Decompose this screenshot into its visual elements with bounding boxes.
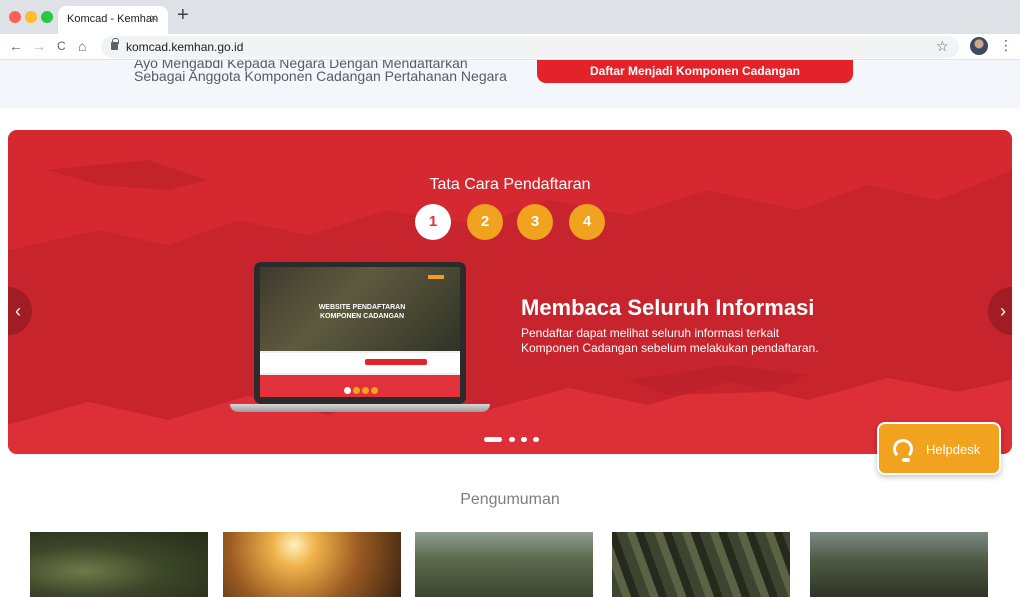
bookmark-star-icon[interactable]: ☆ bbox=[936, 38, 949, 55]
carousel-title: Tata Cara Pendaftaran bbox=[429, 176, 591, 193]
browser-menu-icon[interactable]: ⋮ bbox=[999, 37, 1013, 54]
announcement-thumbnail-3[interactable] bbox=[415, 532, 593, 597]
register-button[interactable]: Daftar Menjadi Komponen Cadangan bbox=[537, 60, 853, 83]
headset-icon bbox=[893, 439, 913, 462]
registration-steps-carousel: Tata Cara Pendaftaran 1 2 3 4 WEBSITE PE… bbox=[8, 130, 1012, 454]
screen-cta-band bbox=[260, 353, 460, 373]
announcements-title: Pengumuman bbox=[460, 491, 560, 508]
helpdesk-label: Helpdesk bbox=[926, 442, 981, 457]
forward-icon[interactable]: → bbox=[32, 38, 46, 54]
profile-avatar[interactable] bbox=[970, 37, 988, 55]
browser-tab[interactable]: Komcad - Kemhan × bbox=[58, 6, 168, 34]
screen-hero-text: WEBSITE PENDAFTARAN KOMPONEN CADANGAN bbox=[318, 304, 406, 320]
screen-step-dot bbox=[344, 387, 351, 394]
tab-close-icon[interactable]: × bbox=[150, 11, 157, 25]
step-4-button[interactable]: 4 bbox=[569, 204, 605, 240]
maximize-window-button[interactable] bbox=[41, 11, 53, 23]
announcement-thumbnail-2[interactable] bbox=[223, 532, 401, 597]
address-bar[interactable]: komcad.kemhan.go.id ☆ bbox=[101, 36, 959, 58]
screen-step-dot bbox=[371, 387, 378, 394]
carousel-indicator[interactable] bbox=[521, 437, 527, 442]
browser-toolbar: ← → C ⌂ komcad.kemhan.go.id ☆ ⋮ bbox=[0, 34, 1020, 60]
carousel-indicator[interactable] bbox=[509, 437, 515, 442]
announcement-thumbnail-4[interactable] bbox=[612, 532, 790, 597]
screen-nav-button bbox=[428, 275, 444, 279]
screen-cta-button bbox=[365, 359, 427, 365]
home-icon[interactable]: ⌂ bbox=[78, 38, 86, 54]
laptop-base bbox=[230, 404, 490, 412]
minimize-window-button[interactable] bbox=[25, 11, 37, 23]
announcement-thumbnail-5[interactable] bbox=[810, 532, 988, 597]
laptop-illustration: WEBSITE PENDAFTARAN KOMPONEN CADANGAN bbox=[230, 262, 490, 414]
screen-steps-section bbox=[260, 375, 460, 397]
carousel-indicator[interactable] bbox=[484, 437, 502, 442]
slide-heading: Membaca Seluruh Informasi bbox=[521, 295, 815, 320]
registration-cta-band: Ayo Mengabdi Kepada Negara Dengan Mendaf… bbox=[0, 60, 1020, 108]
reload-icon[interactable]: C bbox=[57, 38, 66, 54]
laptop-screen: WEBSITE PENDAFTARAN KOMPONEN CADANGAN bbox=[260, 267, 460, 397]
cta-text-line2: Sebagai Anggota Komponen Cadangan Pertah… bbox=[134, 68, 507, 84]
new-tab-button[interactable]: + bbox=[177, 5, 189, 25]
lock-icon bbox=[111, 38, 119, 50]
screen-step-dot bbox=[353, 387, 360, 394]
step-3-button[interactable]: 3 bbox=[517, 204, 553, 240]
browser-tab-bar: Komcad - Kemhan × + bbox=[0, 0, 1020, 34]
step-2-button[interactable]: 2 bbox=[467, 204, 503, 240]
slide-description: Pendaftar dapat melihat seluruh informas… bbox=[521, 326, 819, 355]
screen-step-dot bbox=[362, 387, 369, 394]
close-window-button[interactable] bbox=[9, 11, 21, 23]
carousel-indicator[interactable] bbox=[533, 437, 539, 442]
step-1-button[interactable]: 1 bbox=[415, 204, 451, 240]
tab-title: Komcad - Kemhan bbox=[67, 13, 159, 25]
helpdesk-button[interactable]: Helpdesk bbox=[877, 422, 1001, 475]
url-text[interactable]: komcad.kemhan.go.id bbox=[126, 40, 243, 54]
laptop-lid: WEBSITE PENDAFTARAN KOMPONEN CADANGAN bbox=[254, 262, 466, 404]
announcement-thumbnail-1[interactable] bbox=[30, 532, 208, 597]
back-icon[interactable]: ← bbox=[9, 38, 23, 54]
